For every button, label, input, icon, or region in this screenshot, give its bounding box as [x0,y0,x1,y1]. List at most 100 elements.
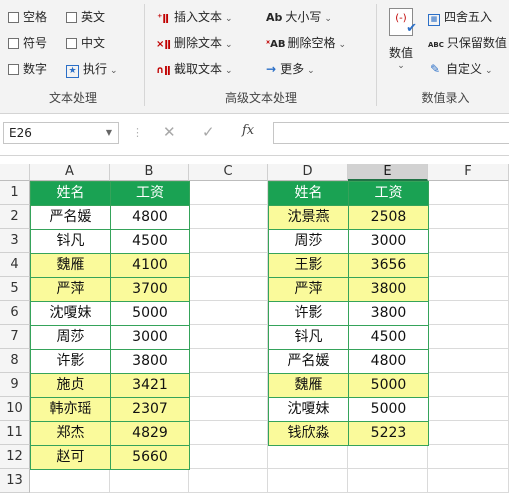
name-cell[interactable]: 周莎 [268,229,349,254]
cell[interactable] [189,373,268,397]
name-cell[interactable]: 郑杰 [30,421,111,446]
column-header-b[interactable]: B [110,164,189,181]
row-header-11[interactable]: 11 [0,421,30,445]
cell[interactable] [189,469,268,493]
column-header-a[interactable]: A [30,164,110,181]
salary-cell[interactable]: 4100 [110,253,190,278]
name-cell[interactable]: 周莎 [30,325,111,350]
name-box[interactable]: E26 ▼ [3,122,119,144]
cell[interactable] [428,205,509,229]
column-header-c[interactable]: C [189,164,268,181]
cell[interactable] [30,469,110,493]
row-header-7[interactable]: 7 [0,325,30,349]
salary-cell[interactable]: 4800 [348,349,429,374]
value-button[interactable]: (-) ✔ 数值 ⌄ [383,6,419,80]
checkbox-space[interactable]: 空格 [8,9,47,25]
cell[interactable] [189,253,268,277]
table-header-cell[interactable]: 姓名 [30,181,111,206]
cell[interactable] [189,349,268,373]
round-button[interactable]: ▦ 四舍五入 [428,9,492,26]
table-header-cell[interactable]: 姓名 [268,181,349,206]
cell[interactable] [189,181,268,205]
salary-cell[interactable]: 4800 [110,205,190,230]
keep-numeric-button[interactable]: ABC 只保留数值 [428,35,507,53]
salary-cell[interactable]: 4500 [348,325,429,350]
cell[interactable] [189,445,268,469]
cell[interactable] [428,421,509,445]
name-cell[interactable]: 沈嗄妹 [30,301,111,326]
extract-text-button[interactable]: ∩ǁ 截取文本 ⌄ [156,61,233,79]
more-button[interactable]: → 更多 ⌄ [266,61,315,79]
confirm-icon[interactable]: ✓ [202,123,215,141]
checkbox-box[interactable] [8,64,19,75]
salary-cell[interactable]: 3800 [110,349,190,374]
salary-cell[interactable]: 4500 [110,229,190,254]
salary-cell[interactable]: 3421 [110,373,190,398]
checkbox-box[interactable] [8,12,19,23]
name-cell[interactable]: 施贞 [30,373,111,398]
checkbox-number[interactable]: 数字 [8,61,47,77]
cell[interactable] [428,277,509,301]
cell[interactable] [428,445,509,469]
salary-cell[interactable]: 4829 [110,421,190,446]
delete-space-button[interactable]: ˣAB 删除空格 ⌄ [266,35,346,53]
salary-cell[interactable]: 3000 [348,229,429,254]
cell[interactable] [189,421,268,445]
column-header-e[interactable]: E [348,164,428,181]
row-header-5[interactable]: 5 [0,277,30,301]
salary-cell[interactable]: 3000 [110,325,190,350]
row-header-2[interactable]: 2 [0,205,30,229]
row-header-3[interactable]: 3 [0,229,30,253]
checkbox-symbol[interactable]: 符号 [8,35,47,51]
cell[interactable] [428,253,509,277]
cell[interactable] [428,469,509,493]
row-header-6[interactable]: 6 [0,301,30,325]
cell[interactable] [428,325,509,349]
name-cell[interactable]: 许影 [30,349,111,374]
salary-cell[interactable]: 3656 [348,253,429,278]
select-all-corner[interactable] [0,164,30,181]
salary-cell[interactable]: 5223 [348,421,429,446]
name-cell[interactable]: 沈嗄妹 [268,397,349,422]
name-cell[interactable]: 严萍 [268,277,349,302]
cell[interactable] [268,469,348,493]
checkbox-box[interactable] [66,38,77,49]
name-cell[interactable]: 严名媛 [30,205,111,230]
delete-text-button[interactable]: ×ǁ 删除文本 ⌄ [156,35,233,53]
cell[interactable] [428,229,509,253]
custom-button[interactable]: ✎ 自定义 ⌄ [428,61,493,79]
chevron-down-icon[interactable]: ▼ [106,123,112,143]
name-cell[interactable]: 沈景燕 [268,205,349,230]
name-cell[interactable]: 许影 [268,301,349,326]
name-cell[interactable]: 韩亦瑶 [30,397,111,422]
salary-cell[interactable]: 2508 [348,205,429,230]
cell[interactable] [428,301,509,325]
checkbox-english[interactable]: 英文 [66,9,105,25]
row-header-9[interactable]: 9 [0,373,30,397]
checkbox-box[interactable] [8,38,19,49]
name-cell[interactable]: 王影 [268,253,349,278]
table-header-cell[interactable]: 工资 [348,181,429,206]
salary-cell[interactable]: 3800 [348,277,429,302]
row-header-8[interactable]: 8 [0,349,30,373]
cell[interactable] [428,397,509,421]
checkbox-box[interactable] [66,12,77,23]
cell[interactable] [348,445,428,469]
function-icon[interactable]: fx [242,123,254,138]
cell[interactable] [189,301,268,325]
row-header-13[interactable]: 13 [0,469,30,493]
name-cell[interactable]: 钭凡 [268,325,349,350]
row-header-1[interactable]: 1 [0,181,30,205]
cell[interactable] [189,397,268,421]
salary-cell[interactable]: 2307 [110,397,190,422]
column-header-f[interactable]: F [428,164,509,181]
cell[interactable] [268,445,348,469]
formula-input[interactable] [273,122,509,144]
cell[interactable] [428,373,509,397]
row-header-10[interactable]: 10 [0,397,30,421]
cell[interactable] [428,181,509,205]
case-button[interactable]: Ab 大小写 ⌄ [266,9,332,27]
cell[interactable] [189,277,268,301]
cell[interactable] [348,469,428,493]
column-header-d[interactable]: D [268,164,348,181]
